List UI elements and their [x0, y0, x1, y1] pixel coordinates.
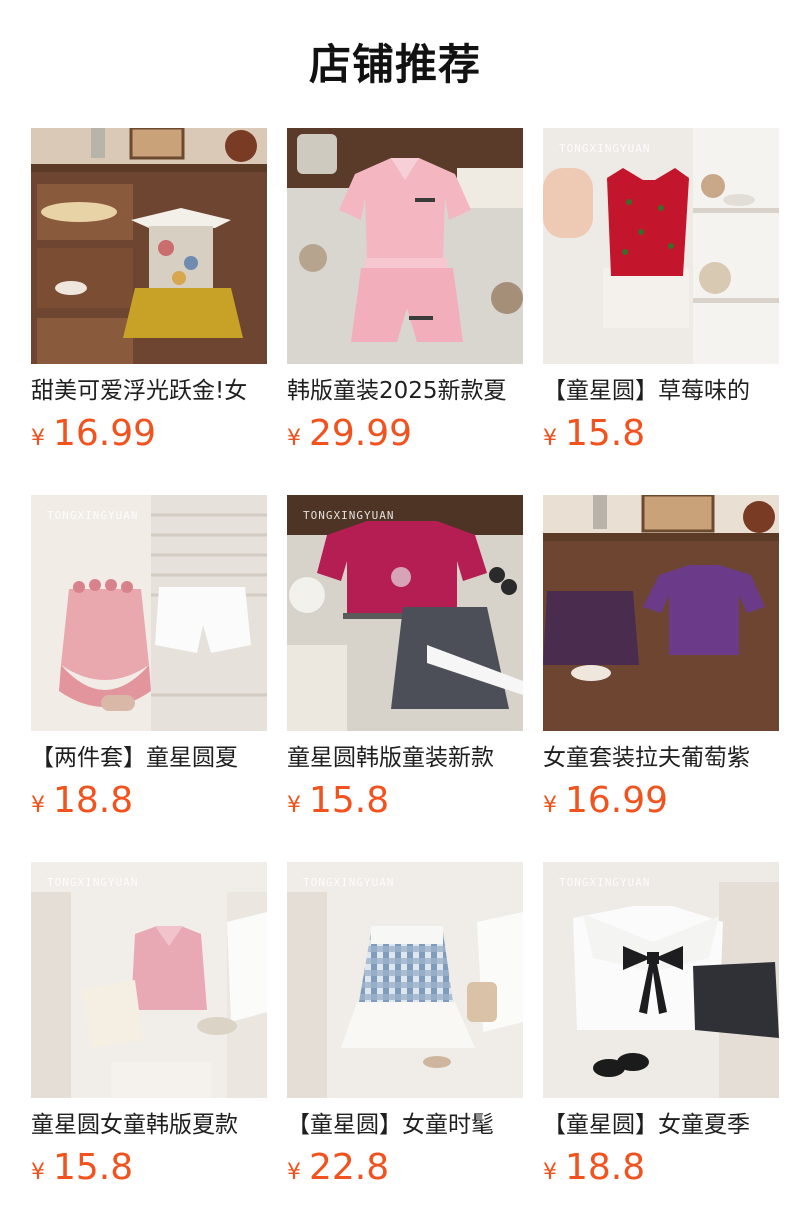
product-card[interactable]: TONGXINGYUAN 【童星圆】草莓味的 ¥ 15.8	[543, 128, 779, 495]
currency-symbol: ¥	[31, 793, 45, 818]
price-value: 16.99	[565, 780, 669, 821]
product-image[interactable]	[31, 128, 267, 364]
product-card[interactable]: TONGXINGYUAN 【两件套】童星圆夏 ¥ 18.8	[31, 495, 267, 862]
price-value: 18.8	[565, 1147, 646, 1188]
price-value: 18.8	[53, 780, 134, 821]
price-value: 15.8	[53, 1147, 134, 1188]
product-name[interactable]: 【两件套】童星圆夏	[31, 742, 267, 774]
product-image[interactable]: TONGXINGYUAN	[31, 862, 267, 1098]
currency-symbol: ¥	[287, 793, 301, 818]
currency-symbol: ¥	[543, 426, 557, 451]
product-image[interactable]: TONGXINGYUAN	[287, 495, 523, 731]
product-image[interactable]: TONGXINGYUAN	[543, 128, 779, 364]
price-value: 29.99	[309, 413, 413, 454]
currency-symbol: ¥	[31, 1160, 45, 1185]
brand-watermark: TONGXINGYUAN	[559, 876, 651, 889]
product-card[interactable]: TONGXINGYUAN 童星圆韩版童装新款 ¥ 15.8	[287, 495, 523, 862]
product-name[interactable]: 【童星圆】女童夏季	[543, 1109, 779, 1141]
price-value: 16.99	[53, 413, 157, 454]
product-card[interactable]: TONGXINGYUAN 【童星圆】女童时髦 ¥ 22.8	[287, 862, 523, 1229]
product-price: ¥ 22.8	[287, 1147, 389, 1193]
product-card[interactable]: TONGXINGYUAN 【童星圆】女童夏季 ¥ 18.8	[543, 862, 779, 1229]
product-name[interactable]: 女童套装拉夫葡萄紫	[543, 742, 779, 774]
product-price: ¥ 16.99	[31, 413, 156, 459]
page-title: 店铺推荐	[308, 40, 481, 89]
currency-symbol: ¥	[287, 1160, 301, 1185]
product-price: ¥ 18.8	[31, 780, 133, 826]
product-price: ¥ 15.8	[287, 780, 389, 826]
product-price: ¥ 29.99	[287, 413, 412, 459]
price-value: 22.8	[309, 1147, 390, 1188]
product-card[interactable]: 甜美可爱浮光跃金!女 ¥ 16.99	[31, 128, 267, 495]
product-card[interactable]: TONGXINGYUAN 童星圆女童韩版夏款 ¥ 15.8	[31, 862, 267, 1229]
product-image[interactable]: TONGXINGYUAN	[31, 495, 267, 731]
product-name[interactable]: 韩版童装2025新款夏	[287, 375, 523, 407]
product-name[interactable]: 童星圆韩版童装新款	[287, 742, 523, 774]
brand-watermark: TONGXINGYUAN	[559, 142, 651, 155]
currency-symbol: ¥	[543, 793, 557, 818]
brand-watermark: TONGXINGYUAN	[303, 876, 395, 889]
price-value: 15.8	[565, 413, 646, 454]
currency-symbol: ¥	[287, 426, 301, 451]
product-card[interactable]: 女童套装拉夫葡萄紫 ¥ 16.99	[543, 495, 779, 862]
brand-watermark: TONGXINGYUAN	[303, 509, 395, 522]
price-value: 15.8	[309, 780, 390, 821]
product-price: ¥ 15.8	[31, 1147, 133, 1193]
product-name[interactable]: 【童星圆】草莓味的	[543, 375, 779, 407]
product-name[interactable]: 童星圆女童韩版夏款	[31, 1109, 267, 1141]
product-price: ¥ 18.8	[543, 1147, 645, 1193]
brand-watermark: TONGXINGYUAN	[47, 509, 139, 522]
product-price: ¥ 16.99	[543, 780, 668, 826]
product-grid: 甜美可爱浮光跃金!女 ¥ 16.99 韩版童装2025新款夏 ¥ 29.99 T…	[31, 128, 779, 1229]
product-image[interactable]: TONGXINGYUAN	[287, 862, 523, 1098]
product-name[interactable]: 【童星圆】女童时髦	[287, 1109, 523, 1141]
product-image[interactable]	[287, 128, 523, 364]
product-image[interactable]: TONGXINGYUAN	[543, 862, 779, 1098]
currency-symbol: ¥	[31, 426, 45, 451]
currency-symbol: ¥	[543, 1160, 557, 1185]
brand-watermark: TONGXINGYUAN	[47, 876, 139, 889]
product-price: ¥ 15.8	[543, 413, 645, 459]
product-name[interactable]: 甜美可爱浮光跃金!女	[31, 375, 267, 407]
product-card[interactable]: 韩版童装2025新款夏 ¥ 29.99	[287, 128, 523, 495]
product-image[interactable]	[543, 495, 779, 731]
